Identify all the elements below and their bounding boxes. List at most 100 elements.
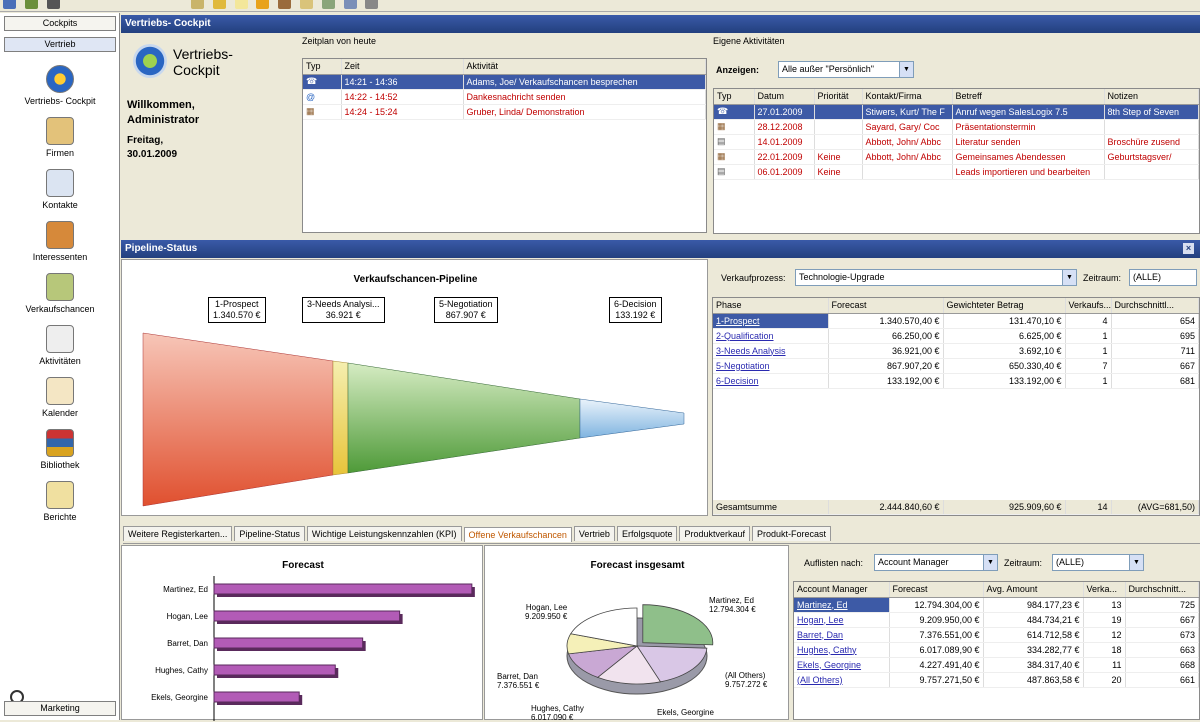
funnel-segment-negotiation[interactable] [347, 362, 581, 474]
nav-item-bibliothek[interactable]: Bibliothek [0, 429, 120, 470]
tab-2[interactable]: Wichtige Leistungskennzahlen (KPI) [306, 526, 462, 541]
show-filter-dropdown[interactable]: Alle außer "Persönlich" ▼ [778, 61, 914, 78]
col-header[interactable]: Durchschnittl... [1111, 298, 1199, 314]
pipeline-row[interactable]: 6-Decision 133.192,00 €133.192,00 €1 681 [713, 373, 1199, 389]
row-label[interactable]: 2-Qualification [713, 328, 829, 344]
schedule-list[interactable]: Typ Zeit Aktivität ☎ 14:21 - 14:36 Adams, Jo… [302, 58, 707, 233]
globe-icon[interactable] [3, 0, 16, 9]
col-header[interactable]: Account Manager [794, 582, 890, 598]
row-label[interactable]: 1-Prospect [713, 313, 829, 329]
account-row[interactable]: Ekels, Georgine 4.227.491,40 €384.317,40 … [794, 657, 1199, 673]
tab-4[interactable]: Vertrieb [573, 526, 615, 541]
funnel-segment-decision[interactable] [579, 398, 685, 439]
funnel-segment-needs-analysis[interactable] [332, 360, 349, 476]
nav-item-kontakte[interactable]: Kontakte [0, 169, 120, 210]
back-icon[interactable] [46, 0, 60, 9]
nav-item-verkaufschancen[interactable]: Verkaufschancen [0, 273, 120, 314]
row-label[interactable]: 3-Needs Analysis [713, 343, 829, 359]
activity-row[interactable]: ☎ 27.01.2009 Stiwers, Kurt/ The F Anruf weg… [714, 104, 1199, 120]
search-icon[interactable] [365, 0, 379, 9]
note-icon[interactable] [234, 0, 248, 9]
star-icon[interactable] [256, 0, 270, 9]
col-header[interactable]: Forecast [889, 582, 984, 598]
activity-row[interactable]: ▤ 06.01.2009 Keine Leads importieren und be… [714, 164, 1199, 180]
col-header[interactable]: Priorität [814, 89, 863, 105]
account-row[interactable]: Hughes, Cathy 6.017.089,90 €334.282,77 €1… [794, 642, 1199, 658]
tab-3[interactable]: Offene Verkaufschancen [463, 527, 572, 542]
pie-slice[interactable] [642, 604, 714, 646]
col-header[interactable]: Phase [713, 298, 829, 314]
col-header[interactable]: Forecast [828, 298, 944, 314]
nav-item-aktivitaeten[interactable]: Aktivitäten [0, 325, 120, 366]
pipeline-table[interactable]: Phase Forecast Gewichteter Betrag Verkau… [712, 297, 1200, 516]
tab-5[interactable]: Erfolgsquote [616, 526, 678, 541]
bar[interactable] [213, 691, 300, 703]
row-label[interactable]: (All Others) [794, 672, 890, 688]
task-icon[interactable] [321, 0, 335, 9]
schedule-row[interactable]: ▦ 14:24 - 15:24 Gruber, Linda/ Demonstrati… [303, 104, 706, 120]
schedule-row[interactable]: @14:22 - 14:52 Dankesnachricht senden [303, 89, 706, 105]
account-row[interactable]: (All Others) 9.757.271,50 €487.863,58 €20… [794, 672, 1199, 688]
refresh-icon[interactable] [24, 0, 38, 9]
col-header[interactable]: Typ [303, 59, 342, 75]
row-label[interactable]: Martinez, Ed [794, 597, 890, 613]
col-header[interactable]: Betreff [952, 89, 1105, 105]
col-header[interactable]: Durchschnitt... [1125, 582, 1199, 598]
chevron-down-icon[interactable]: ▼ [1062, 270, 1076, 285]
col-header[interactable]: Aktivität [463, 59, 706, 75]
activity-row[interactable]: ▤ 14.01.2009 Abbott, John/ Abbc Literatur s… [714, 134, 1199, 150]
marketing-button[interactable]: Marketing [4, 701, 116, 716]
col-header[interactable]: Typ [714, 89, 755, 105]
nav-item-kalender[interactable]: Kalender [0, 377, 120, 418]
row-label[interactable]: Hogan, Lee [794, 612, 890, 628]
tab-1[interactable]: Pipeline-Status [234, 526, 305, 541]
account-manager-table[interactable]: Account Manager Forecast Avg. Amount Ver… [793, 581, 1200, 720]
schedule-row[interactable]: ☎ 14:21 - 14:36 Adams, Joe/ Verkaufschance… [303, 74, 706, 90]
col-header[interactable]: Avg. Amount [983, 582, 1084, 598]
cockpits-button[interactable]: Cockpits [4, 16, 116, 31]
tab-7[interactable]: Produkt-Forecast [752, 526, 832, 541]
bar[interactable] [213, 583, 473, 595]
vertrieb-button[interactable]: Vertrieb [4, 37, 116, 52]
account-row[interactable]: Hogan, Lee 9.209.950,00 €484.734,21 €19 66… [794, 612, 1199, 628]
funnel-segment-prospect[interactable] [142, 332, 334, 507]
row-label[interactable]: 5-Negotiation [713, 358, 829, 374]
col-header[interactable]: Verka... [1083, 582, 1126, 598]
col-header[interactable]: Notizen [1104, 89, 1199, 105]
pipeline-row[interactable]: 3-Needs Analysis 36.921,00 €3.692,10 €1 71… [713, 343, 1199, 359]
row-label[interactable]: Barret, Dan [794, 627, 890, 643]
process-dropdown[interactable]: Technologie-Upgrade ▼ [795, 269, 1077, 286]
folder-icon[interactable] [212, 0, 226, 9]
account-row[interactable]: Martinez, Ed 12.794.304,00 €984.177,23 €1… [794, 597, 1199, 613]
tab-0[interactable]: Weitere Registerkarten... [123, 526, 233, 541]
nav-item-berichte[interactable]: Berichte [0, 481, 120, 522]
account-row[interactable]: Barret, Dan 7.376.551,00 €614.712,58 €12 6… [794, 627, 1199, 643]
col-header[interactable]: Datum [754, 89, 815, 105]
pipeline-row[interactable]: 2-Qualification 66.250,00 €6.625,00 €1 695 [713, 328, 1199, 344]
close-icon[interactable]: × [1183, 243, 1194, 254]
nav-item-cockpit[interactable]: Vertriebs- Cockpit [0, 65, 120, 106]
activity-row[interactable]: ▦ 22.01.2009 Keine Abbott, John/ Abbc Gemein… [714, 149, 1199, 165]
pen-icon[interactable] [278, 0, 292, 9]
chevron-down-icon[interactable]: ▼ [983, 555, 997, 570]
activity-row[interactable]: ▦ 28.12.2008 Sayard, Gary/ Coc Präsentation… [714, 119, 1199, 135]
chevron-down-icon[interactable]: ▼ [1129, 555, 1143, 570]
nav-item-interessenten[interactable]: Interessenten [0, 221, 120, 262]
calendar-icon[interactable] [343, 0, 357, 9]
nav-item-firmen[interactable]: Firmen [0, 117, 120, 158]
own-activities-table[interactable]: Typ Datum Priorität Kontakt/Firma Betref… [713, 88, 1200, 234]
chevron-down-icon[interactable]: ▼ [899, 62, 913, 77]
bar[interactable] [213, 637, 364, 649]
list-by-dropdown[interactable]: Account Manager ▼ [874, 554, 998, 571]
bar[interactable] [213, 610, 401, 622]
col-header[interactable]: Zeit [341, 59, 464, 75]
pipeline-row[interactable]: 5-Negotiation 867.907,20 €650.330,40 €7 66… [713, 358, 1199, 374]
row-label[interactable]: Ekels, Georgine [794, 657, 890, 673]
col-header[interactable]: Gewichteter Betrag [943, 298, 1066, 314]
col-header[interactable]: Kontakt/Firma [862, 89, 953, 105]
document-icon[interactable] [191, 0, 205, 9]
col-header[interactable]: Verkaufs... [1065, 298, 1112, 314]
tab-6[interactable]: Produktverkauf [679, 526, 751, 541]
period-dropdown[interactable]: (ALLE) ▼ [1052, 554, 1144, 571]
pipeline-row[interactable]: 1-Prospect 1.340.570,40 €131.470,10 €4 654 [713, 313, 1199, 329]
